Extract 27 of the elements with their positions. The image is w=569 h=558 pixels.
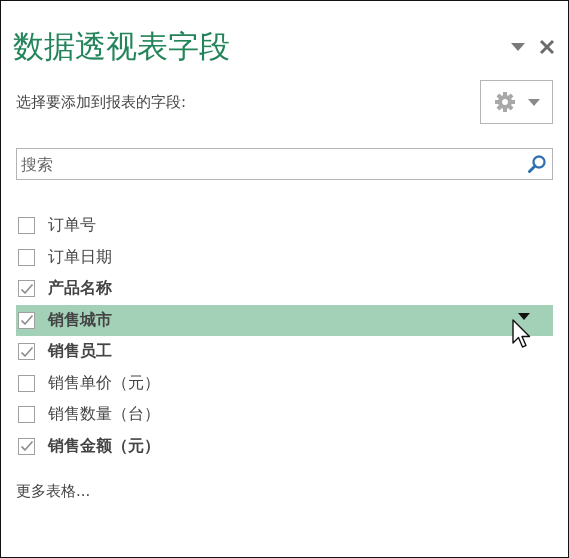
field-label[interactable]: 销售城市	[48, 310, 112, 331]
settings-button[interactable]	[480, 80, 553, 124]
dropdown-arrow-icon[interactable]	[518, 312, 530, 320]
more-tables-link[interactable]: 更多表格...	[16, 482, 90, 501]
settings-icon	[494, 91, 516, 113]
instruction-text: 选择要添加到报表的字段:	[16, 92, 186, 112]
checkbox[interactable]	[18, 248, 35, 266]
close-icon[interactable]	[539, 39, 555, 55]
checkbox[interactable]	[18, 280, 35, 298]
field-label[interactable]: 产品名称	[48, 278, 112, 300]
checkbox[interactable]	[18, 374, 35, 392]
pane-title: 数据透视表字段	[13, 28, 230, 67]
field-label[interactable]: 销售金额（元）	[48, 436, 160, 457]
checkbox[interactable]	[18, 438, 35, 455]
checkbox[interactable]	[18, 406, 35, 424]
field-label[interactable]: 销售员工	[48, 341, 112, 362]
mouse-pointer-icon	[512, 318, 532, 348]
checkbox[interactable]	[18, 343, 35, 360]
checkbox[interactable]	[18, 217, 35, 234]
search-icon	[527, 154, 547, 174]
field-label[interactable]: 销售单价（元）	[48, 372, 160, 394]
field-label[interactable]: 订单日期	[48, 246, 112, 268]
caret-icon	[528, 98, 540, 106]
search-field[interactable]: 搜索	[16, 148, 553, 180]
field-label[interactable]: 销售数量（台）	[48, 404, 160, 426]
checkbox[interactable]	[18, 312, 35, 329]
field-label[interactable]: 订单号	[48, 215, 96, 236]
